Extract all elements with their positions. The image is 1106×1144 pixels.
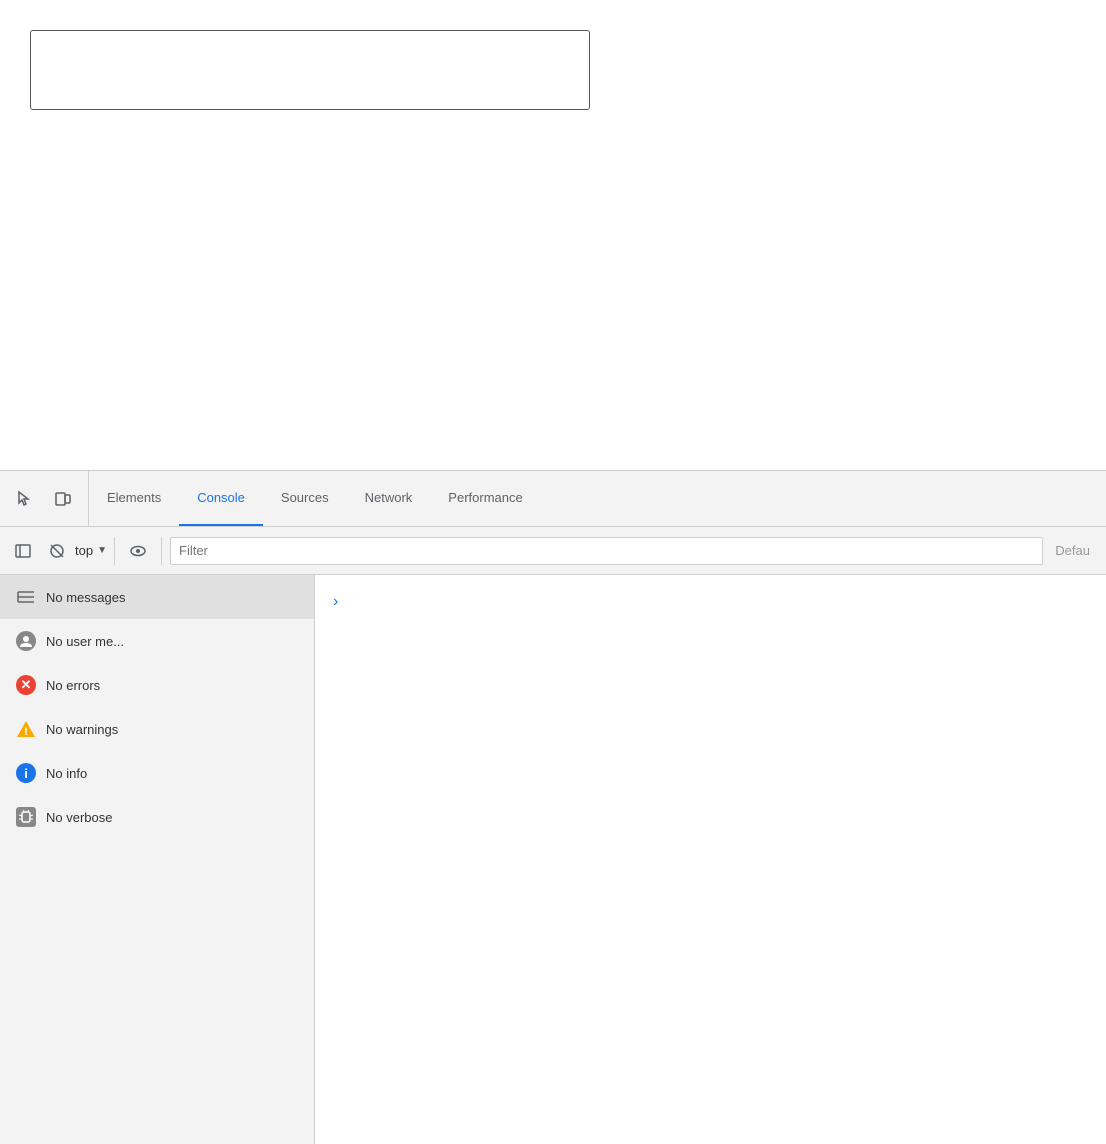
sidebar-info-label: No info [46,766,87,781]
error-icon: ✕ [16,675,36,695]
devtools-tabs: Elements Console Sources Network Perform… [89,471,1106,526]
sidebar-item-warnings[interactable]: ! No warnings [0,707,314,751]
svg-text:!: ! [24,726,28,738]
browser-input-box[interactable] [30,30,590,110]
toggle-device-button[interactable] [46,482,80,516]
sidebar-item-info[interactable]: i No info [0,751,314,795]
default-levels-label: Defau [1047,543,1098,558]
console-prompt-chevron[interactable]: › [333,593,338,611]
cursor-icon [16,490,34,508]
devtools-tab-bar: Elements Console Sources Network Perform… [0,471,1106,527]
tab-network[interactable]: Network [347,471,431,526]
collapse-sidebar-button[interactable] [8,536,38,566]
sidebar-item-errors[interactable]: ✕ No errors [0,663,314,707]
verbose-icon [16,807,36,827]
list-icon [17,589,35,605]
sidebar-item-user-messages[interactable]: No user me... [0,619,314,663]
warning-icon: ! [16,719,36,739]
person-icon [19,634,33,648]
tab-console[interactable]: Console [179,471,263,526]
tab-elements[interactable]: Elements [89,471,179,526]
console-main-area: › [315,575,1106,1144]
sidebar-errors-label: No errors [46,678,100,693]
devtools-icon-group [0,471,89,526]
browser-content [0,0,1106,470]
bug-icon [18,809,34,825]
sidebar-user-messages-label: No user me... [46,634,124,649]
sidebar-warnings-label: No warnings [46,722,118,737]
console-content: No messages No user me... ✕ No errors [0,575,1106,1144]
console-sidebar: No messages No user me... ✕ No errors [0,575,315,1144]
console-toolbar: top ▼ Defau [0,527,1106,575]
user-icon [16,631,36,651]
context-label: top [75,543,93,558]
tab-sources[interactable]: Sources [263,471,347,526]
eye-icon [129,542,147,560]
context-selector[interactable]: top ▼ [76,536,106,566]
triangle-warning-icon: ! [16,720,36,738]
filter-input[interactable] [170,537,1043,565]
toolbar-divider-2 [161,537,162,565]
inspect-element-button[interactable] [8,482,42,516]
clear-console-button[interactable] [42,536,72,566]
dropdown-arrow-icon: ▼ [97,545,107,556]
clear-icon [49,543,65,559]
sidebar-item-messages[interactable]: No messages [0,575,314,619]
tab-performance[interactable]: Performance [430,471,540,526]
toolbar-divider [114,537,115,565]
live-expressions-button[interactable] [123,536,153,566]
sidebar-messages-label: No messages [46,590,125,605]
device-icon [54,490,72,508]
collapse-icon [15,543,31,559]
sidebar-item-verbose[interactable]: No verbose [0,795,314,839]
devtools-panel: Elements Console Sources Network Perform… [0,470,1106,1144]
sidebar-verbose-label: No verbose [46,810,112,825]
messages-icon [16,587,36,607]
info-icon: i [16,763,36,783]
